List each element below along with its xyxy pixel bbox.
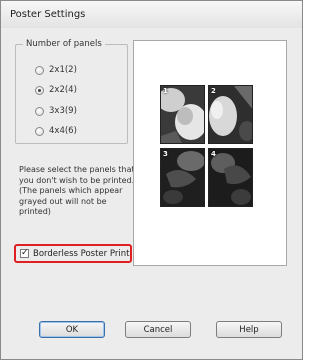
poster-settings-dialog: Poster Settings Number of panels 2x1(2) … <box>0 0 303 360</box>
radio-button[interactable] <box>35 106 44 116</box>
radio-option-label: 2x2(4) <box>49 85 77 95</box>
checkbox-box[interactable]: ✓ <box>20 248 29 258</box>
dialog-title: Poster Settings <box>10 9 86 20</box>
panel-number: 4 <box>211 150 216 158</box>
instructions-text: Please select the panels that you don't … <box>19 165 135 216</box>
borderless-label: Borderless Poster Print <box>33 248 130 259</box>
radio-button[interactable] <box>35 126 44 136</box>
panels-group-label: Number of panels <box>23 39 105 49</box>
radio-option-label: 4x4(6) <box>49 126 77 136</box>
radio-option-2x1[interactable]: 2x1(2) <box>35 64 77 76</box>
panel-number: 1 <box>163 87 168 95</box>
radio-button[interactable] <box>35 65 44 75</box>
poster-preview: 1 2 3 4 <box>133 40 287 266</box>
preview-panel-3[interactable]: 3 <box>160 148 205 207</box>
panel-number: 3 <box>163 150 168 158</box>
ok-button[interactable]: OK <box>39 321 105 338</box>
borderless-poster-print-checkbox[interactable]: ✓ Borderless Poster Print <box>14 244 132 263</box>
panel-number: 2 <box>211 87 216 95</box>
radio-option-3x3[interactable]: 3x3(9) <box>35 105 77 117</box>
radio-option-2x2[interactable]: 2x2(4) <box>35 84 77 96</box>
radio-option-label: 3x3(9) <box>49 106 77 116</box>
preview-panel-4[interactable]: 4 <box>208 148 253 207</box>
help-button[interactable]: Help <box>216 321 282 338</box>
cancel-button[interactable]: Cancel <box>125 321 191 338</box>
preview-panel-2[interactable]: 2 <box>208 85 253 144</box>
radio-option-4x4[interactable]: 4x4(6) <box>35 125 77 137</box>
checkmark-icon: ✓ <box>21 248 29 258</box>
title-bar[interactable]: Poster Settings <box>1 1 302 28</box>
preview-panel-1[interactable]: 1 <box>160 85 205 144</box>
radio-button-selected[interactable] <box>35 85 44 95</box>
radio-option-label: 2x1(2) <box>49 65 77 75</box>
